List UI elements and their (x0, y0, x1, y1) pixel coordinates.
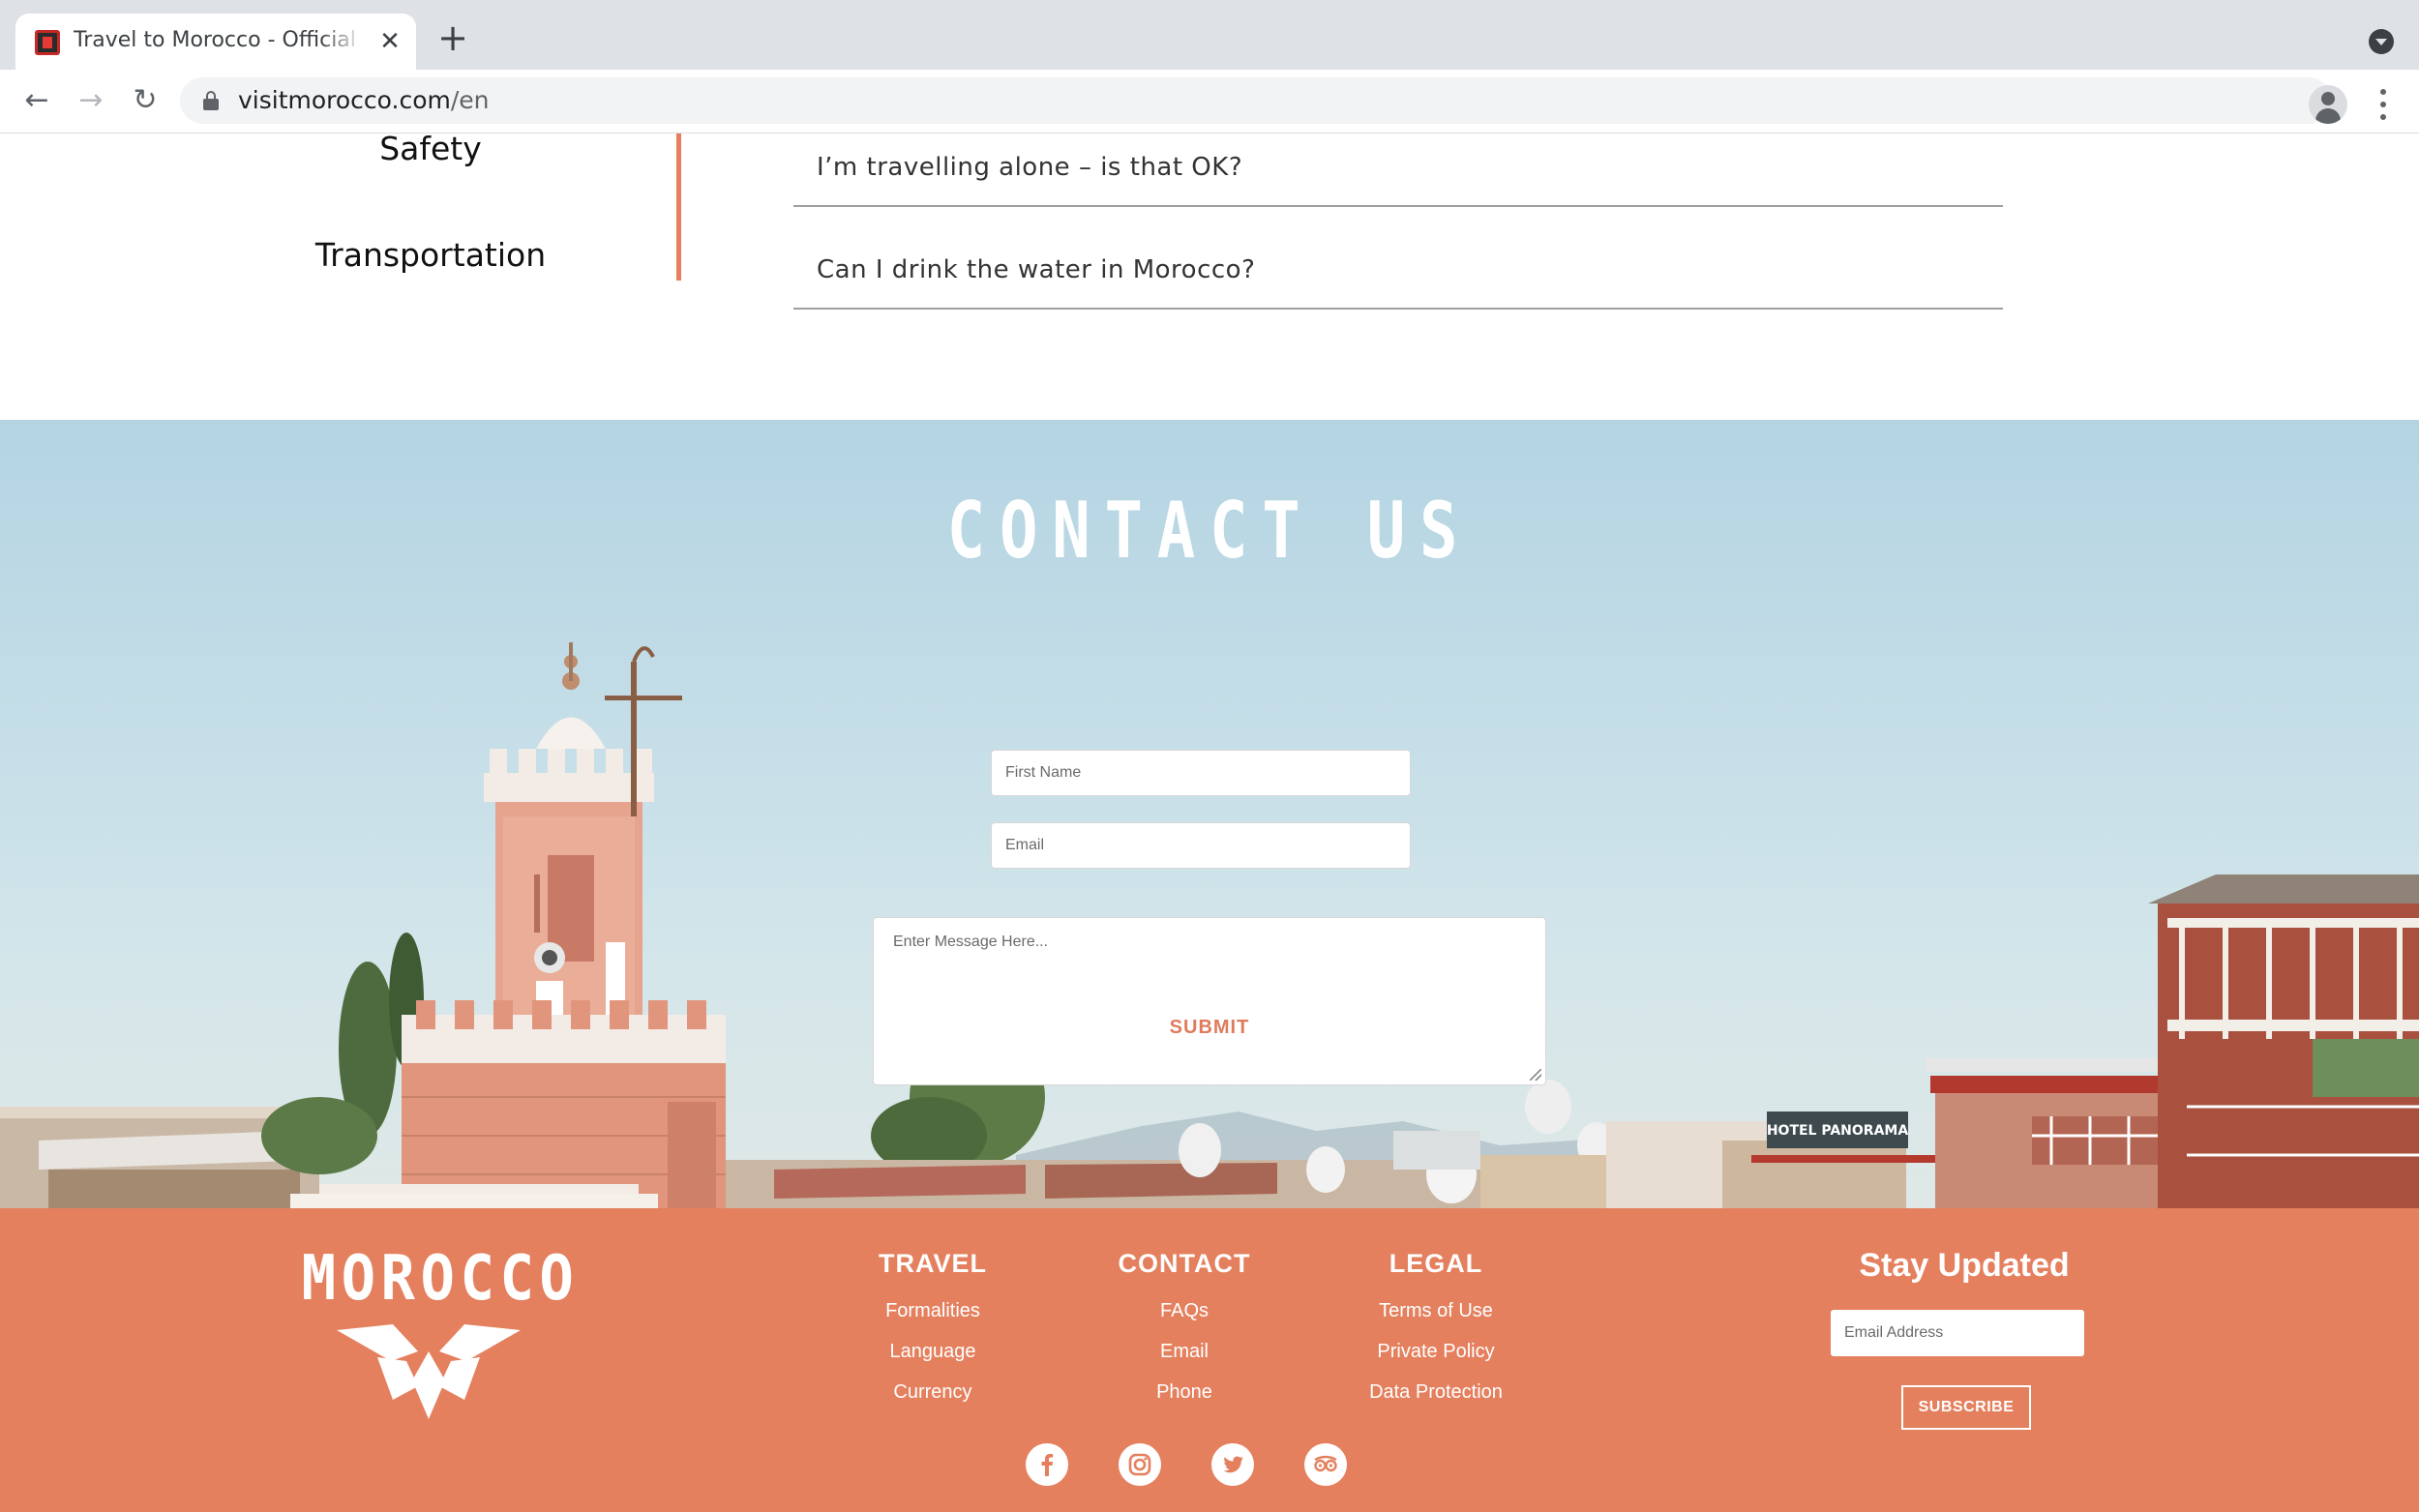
subscribe-button[interactable]: SUBSCRIBE (1901, 1385, 2031, 1430)
twitter-icon[interactable] (1211, 1443, 1254, 1486)
site-footer: MOROCCO TRAVEL Formalities Language Curr… (0, 1208, 2419, 1512)
faq-category-transportation[interactable]: Transportation (237, 236, 624, 274)
lock-icon[interactable] (203, 91, 219, 110)
email-input[interactable] (992, 823, 1410, 868)
hotel-sign-text: HOTEL PANORAMA (1767, 1123, 1909, 1139)
page-viewport: Safety Transportation I’m travelling alo… (0, 133, 2419, 1512)
morocco-star-logo-icon[interactable] (337, 1322, 521, 1419)
footer-col-title-travel: TRAVEL (879, 1249, 987, 1278)
back-arrow-icon[interactable]: ← (17, 81, 56, 120)
browser-toolbar: ← → ↻ visitmorocco.com/en ☆ (0, 70, 2419, 133)
newsletter-email-field[interactable] (1831, 1310, 2084, 1356)
stay-updated-title: Stay Updated (1859, 1247, 2070, 1284)
tab-title: Travel to Morocco - Official website (74, 28, 364, 52)
profile-avatar-icon[interactable] (2309, 85, 2347, 124)
footer-col-title-contact: CONTACT (1118, 1249, 1251, 1278)
footer-link-faqs[interactable]: FAQs (1068, 1300, 1300, 1322)
footer-link-currency[interactable]: Currency (817, 1381, 1049, 1404)
first-name-field[interactable] (991, 750, 1411, 796)
footer-link-language[interactable]: Language (817, 1341, 1049, 1363)
tripadvisor-icon[interactable] (1304, 1443, 1347, 1486)
footer-link-terms[interactable]: Terms of Use (1320, 1300, 1552, 1322)
footer-link-formalities[interactable]: Formalities (817, 1300, 1049, 1322)
faq-question-text: Can I drink the water in Morocco? (817, 255, 1256, 284)
faq-question-item[interactable]: Can I drink the water in Morocco? (793, 207, 2003, 310)
tab-search-icon[interactable] (2369, 29, 2394, 54)
faq-section: Safety Transportation I’m travelling alo… (0, 133, 2419, 420)
footer-col-title-legal: LEGAL (1389, 1249, 1483, 1278)
footer-link-privacy[interactable]: Private Policy (1320, 1341, 1552, 1363)
footer-link-phone[interactable]: Phone (1068, 1381, 1300, 1404)
url-text[interactable]: visitmorocco.com/en (238, 86, 490, 114)
url-path: /en (450, 86, 490, 114)
contact-section: HOTEL PANORAMA CONTACT US First Name Ema… (0, 420, 2419, 1208)
browser-tabstrip: Travel to Morocco - Official website ✕ + (0, 0, 2419, 70)
browser-tab[interactable]: Travel to Morocco - Official website ✕ (15, 14, 416, 70)
faq-question-item[interactable]: I’m travelling alone – is that OK? (793, 133, 2003, 207)
contact-title: CONTACT US (946, 486, 1473, 576)
first-name-input[interactable] (992, 751, 1410, 795)
site-favicon-icon (35, 30, 60, 55)
resize-handle-icon[interactable] (1530, 1069, 1541, 1081)
submit-button[interactable]: SUBMIT (1124, 1001, 1295, 1053)
reload-icon[interactable]: ↻ (126, 81, 164, 120)
email-field[interactable] (991, 822, 1411, 869)
faq-category-divider (676, 133, 681, 281)
address-bar[interactable]: visitmorocco.com/en ☆ (180, 77, 2332, 124)
facebook-icon[interactable] (1026, 1443, 1068, 1486)
url-host: visitmorocco.com (238, 86, 451, 114)
footer-link-email[interactable]: Email (1068, 1341, 1300, 1363)
new-tab-icon[interactable]: + (435, 19, 470, 56)
forward-arrow-icon[interactable]: → (72, 81, 110, 120)
browser-menu-icon[interactable] (2369, 85, 2398, 124)
footer-link-data-protection[interactable]: Data Protection (1320, 1381, 1552, 1404)
instagram-icon[interactable] (1119, 1443, 1161, 1486)
close-tab-icon[interactable]: ✕ (375, 27, 404, 56)
morocco-logo-text[interactable]: MOROCCO (302, 1243, 574, 1315)
faq-category-safety[interactable]: Safety (237, 133, 624, 167)
newsletter-email-input[interactable] (1831, 1310, 2084, 1356)
faq-question-text: I’m travelling alone – is that OK? (817, 153, 1243, 182)
